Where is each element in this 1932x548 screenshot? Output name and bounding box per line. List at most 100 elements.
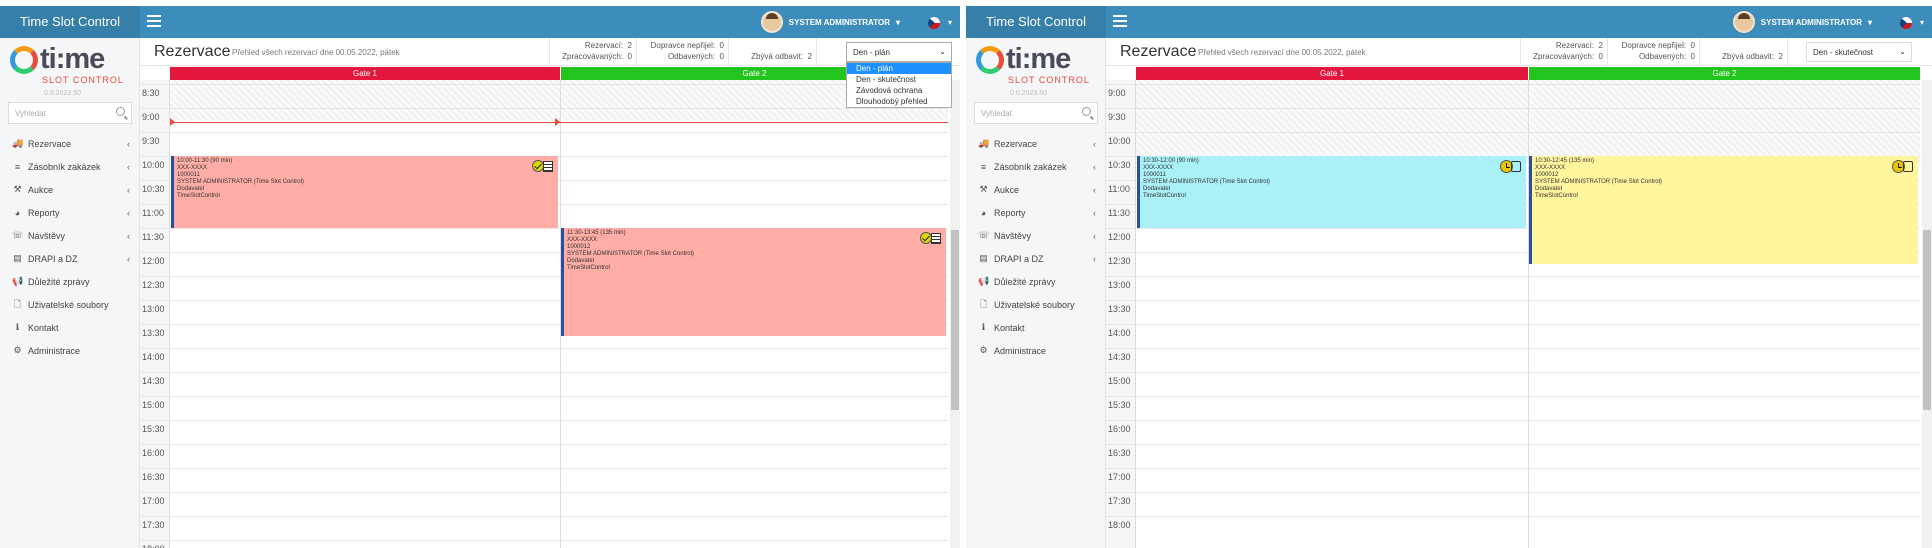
calendar-grid[interactable]: 8:30 9:00 9:30 10:00 10:30 11:00 11:30 12:00 12:… (140, 80, 948, 548)
event-line: Dodavatel (1535, 186, 1563, 192)
view-select-value: Den - skutečnost (1813, 48, 1874, 57)
chevron-left-icon: ‹ (127, 161, 130, 172)
event-line: TimeSlotControl (177, 193, 220, 199)
event-line: 1000011 (1143, 172, 1166, 178)
event-status-icons[interactable] (920, 232, 942, 246)
sidebar-item-gavel[interactable]: ⚒ Aukce ‹ (966, 178, 1106, 201)
sidebar-item-label: Rezervace (994, 138, 1038, 149)
handshake-icon: ☏ (12, 230, 24, 240)
calendar-grid[interactable]: 9:00 9:30 10:00 10:30 11:00 11:30 12:00 12:30 13… (1106, 80, 1920, 548)
sidebar-item-label: DRAPI a DZ (994, 253, 1044, 264)
reservation-event[interactable]: 11:30-13:45 (135 min) XXX-XXXX 1000012 SYST… (561, 228, 946, 336)
sidebar-item-label: Návštěvy (28, 230, 66, 241)
time-label: 17:00 (142, 496, 165, 506)
reservation-event[interactable]: 10:00-11:30 (90 min) XXX-XXXX 1000011 SYSTE… (171, 156, 558, 228)
gate-1-header: Gate 1 (1136, 67, 1528, 80)
sidebar-item-handshake[interactable]: ☏ Návštěvy ‹ (966, 224, 1106, 247)
brand-title[interactable]: Time Slot Control (966, 6, 1106, 38)
event-status-icons[interactable] (1892, 160, 1914, 174)
reservation-event[interactable]: 10:30-12:00 (90 min) XXX-XXXX 1000011 SYSTE… (1137, 156, 1526, 228)
user-menu[interactable]: SYSTEM ADMINISTRATOR ▾ (760, 10, 900, 34)
chevron-down-icon[interactable]: ▾ (1920, 18, 1924, 27)
view-select[interactable]: Den - plán ⌄ (846, 42, 952, 62)
sidebar-item-label: Rezervace (28, 138, 72, 149)
sidebar-item-megaphone[interactable]: 📢 Důležité zprávy (0, 270, 140, 293)
sidebar-item-label: Uživatelské soubory (994, 299, 1075, 310)
brand-title[interactable]: Time Slot Control (0, 6, 140, 38)
view-select-value: Den - plán (853, 48, 890, 57)
left-window: Time Slot Control SYSTEM ADMINISTRATOR ▾… (0, 0, 960, 548)
chevron-down-icon[interactable]: ▾ (948, 18, 952, 27)
sidebar-item-truck[interactable]: 🚚 Rezervace ‹ (0, 132, 140, 155)
time-label: 16:00 (1108, 424, 1131, 434)
stack-icon: ≡ (980, 161, 987, 172)
option-long-term[interactable]: Dlouhodobý přehled (847, 96, 951, 107)
time-label: 11:00 (1108, 184, 1130, 194)
event-status-icons[interactable] (532, 160, 554, 174)
handshake-icon: ☏ (978, 230, 990, 240)
sidebar-menu: 🚚 Rezervace ‹ ≡ Zásobník zakázek ‹ ⚒ Aukce ‹ ◕ Rep… (0, 132, 140, 362)
info-icon: ℹ (981, 322, 986, 332)
search-icon[interactable] (116, 107, 125, 116)
event-line: SYSTEM ADMINISTRATOR (Time Slot Control) (567, 251, 694, 257)
option-day-plan[interactable]: Den - plán (847, 63, 951, 74)
hamburger-menu-icon[interactable] (1113, 15, 1127, 27)
sidebar-item-table[interactable]: ▤ DRAPI a DZ ‹ (0, 247, 140, 270)
sidebar-item-chart-pie[interactable]: ◕ Reporty ‹ (0, 201, 140, 224)
sidebar-item-label: DRAPI a DZ (28, 253, 78, 264)
event-line: 11:30-13:45 (135 min) (567, 230, 626, 236)
time-label: 10:30 (142, 184, 165, 194)
sidebar-item-gear[interactable]: ⚙ Administrace (0, 339, 140, 362)
event-line: XXX-XXXX (177, 165, 208, 171)
page-subtitle: Přehled všech rezervací dne 00.05.2022, … (1198, 48, 1366, 57)
truck-icon (1903, 161, 1913, 172)
time-label: 14:30 (142, 376, 165, 386)
sidebar-item-gavel[interactable]: ⚒ Aukce ‹ (0, 178, 140, 201)
user-menu[interactable]: SYSTEM ADMINISTRATOR ▾ (1732, 10, 1872, 34)
reservation-event[interactable]: 10:30-12:45 (135 min) XXX-XXXX 1000012 SYST… (1529, 156, 1918, 264)
time-label: 18:00 (142, 544, 165, 548)
vertical-scrollbar[interactable] (950, 80, 960, 548)
sidebar-item-table[interactable]: ▤ DRAPI a DZ ‹ (966, 247, 1106, 270)
event-status-icons[interactable] (1500, 160, 1522, 174)
option-day-actual[interactable]: Den - skutečnost (847, 74, 951, 85)
option-plant-security[interactable]: Závodová ochrana (847, 85, 951, 96)
sidebar-item-chart-pie[interactable]: ◕ Reporty ‹ (966, 201, 1106, 224)
sidebar-item-handshake[interactable]: ☏ Návštěvy ‹ (0, 224, 140, 247)
table-icon: ▤ (13, 253, 22, 263)
sidebar-item-stack[interactable]: ≡ Zásobník zakázek ‹ (966, 155, 1106, 178)
event-line: Dodavatel (567, 258, 595, 264)
search-input[interactable]: Vyhledat (974, 102, 1098, 124)
time-label: 13:30 (142, 328, 165, 338)
version: 0.0.2023.50 (44, 90, 81, 97)
czech-flag-icon[interactable] (928, 17, 940, 29)
event-line: XXX-XXXX (1535, 165, 1566, 171)
time-label: 16:30 (1108, 448, 1131, 458)
vertical-scrollbar[interactable] (1922, 80, 1932, 548)
time-label: 17:00 (1108, 472, 1131, 482)
view-select[interactable]: Den - skutečnost ⌄ (1806, 42, 1912, 62)
czech-flag-icon[interactable] (1900, 17, 1912, 29)
truck-icon: 🚚 (12, 138, 24, 148)
search-input[interactable]: Vyhledat (8, 102, 132, 124)
gavel-icon: ⚒ (13, 184, 22, 194)
main-content: Rezervace Přehled všech rezervací dne 00… (1106, 38, 1932, 548)
sidebar-item-gear[interactable]: ⚙ Administrace (966, 339, 1106, 362)
search-icon[interactable] (1082, 107, 1091, 116)
event-line: 10:00-11:30 (90 min) (177, 158, 233, 164)
hamburger-menu-icon[interactable] (147, 15, 161, 27)
main-content: Rezervace Přehled všech rezervací dne 00… (140, 38, 960, 548)
sidebar-item-info[interactable]: ℹ Kontakt (966, 316, 1106, 339)
sidebar-item-file[interactable]: 🗋 Uživatelské soubory (0, 293, 140, 316)
sidebar-item-megaphone[interactable]: 📢 Důležité zprávy (966, 270, 1106, 293)
event-line: XXX-XXXX (567, 237, 598, 243)
sidebar-item-file[interactable]: 🗋 Uživatelské soubory (966, 293, 1106, 316)
logo-subtitle: SLOT CONTROL (42, 75, 124, 85)
chevron-left-icon: ‹ (1093, 184, 1096, 195)
page-title: Rezervace (154, 43, 231, 60)
sidebar-item-info[interactable]: ℹ Kontakt (0, 316, 140, 339)
file-icon: 🗋 (13, 298, 22, 309)
chevron-left-icon: ‹ (1093, 253, 1096, 264)
sidebar-item-stack[interactable]: ≡ Zásobník zakázek ‹ (0, 155, 140, 178)
sidebar-item-truck[interactable]: 🚚 Rezervace ‹ (966, 132, 1106, 155)
